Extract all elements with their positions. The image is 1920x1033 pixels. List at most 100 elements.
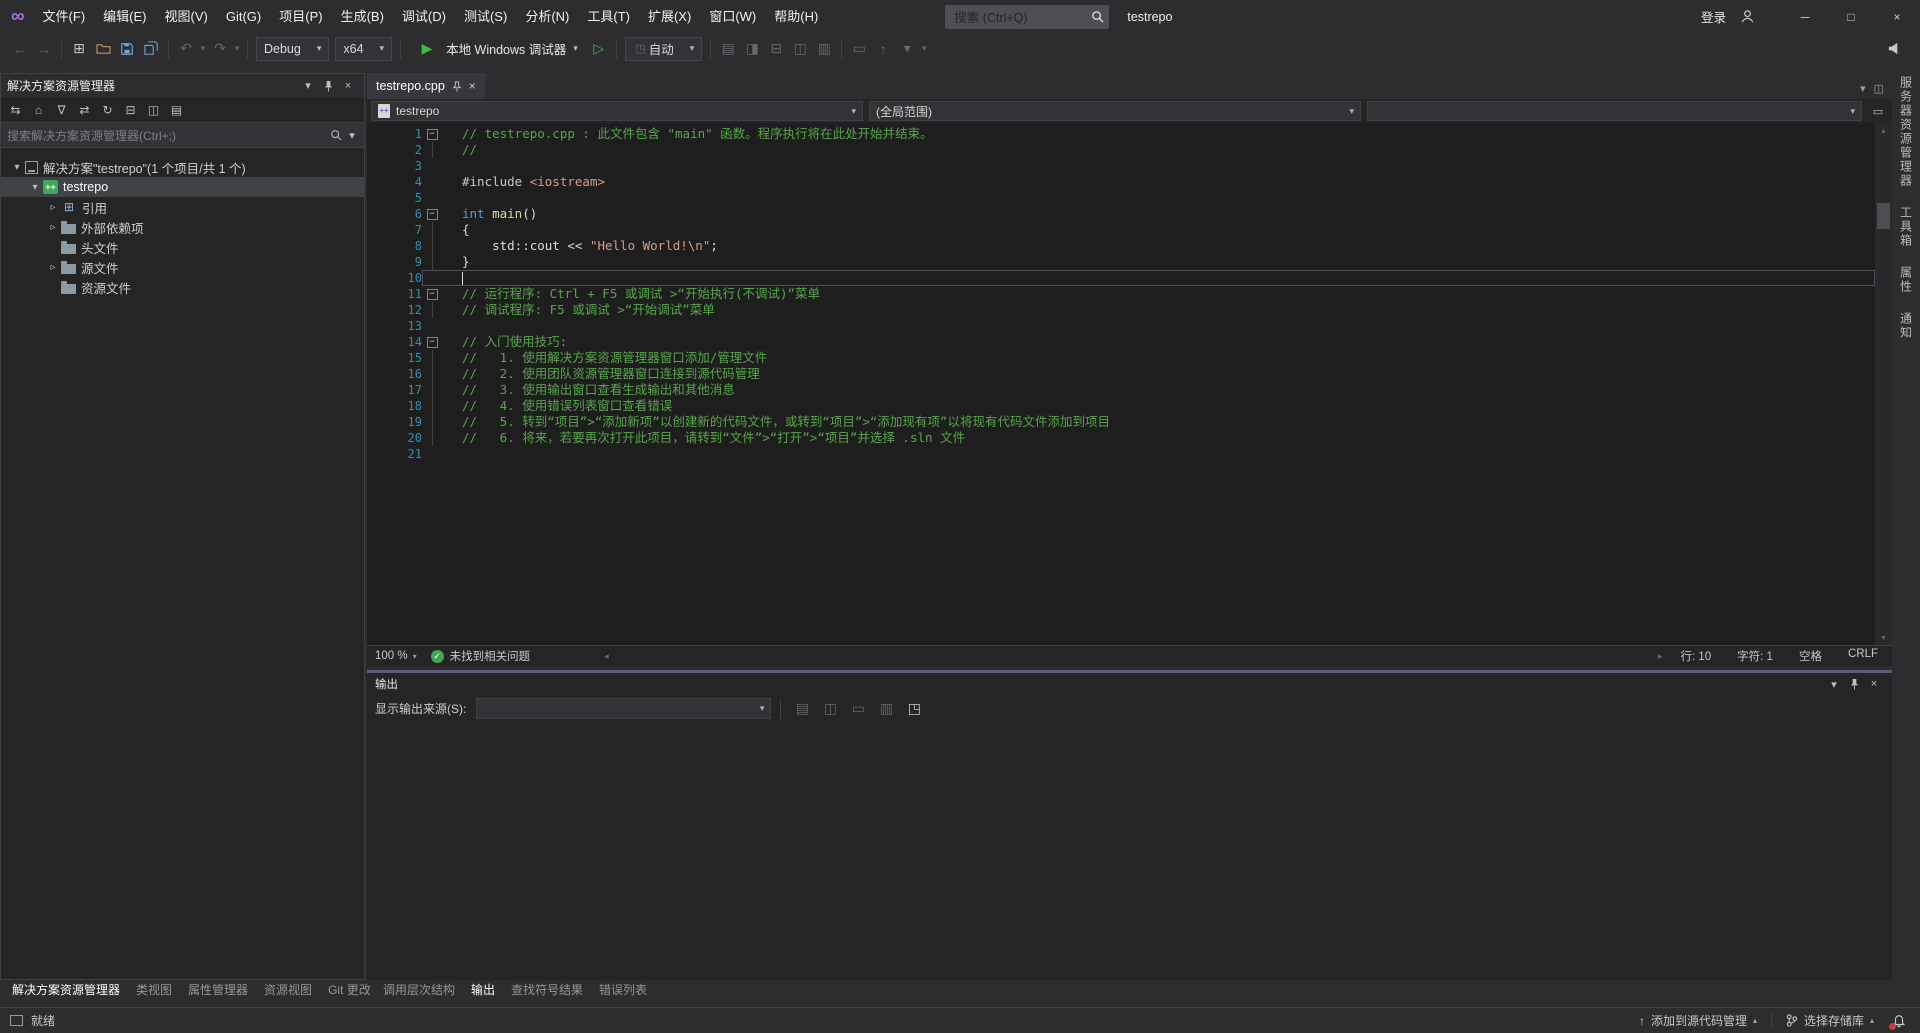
scroll-left-icon[interactable]: ◂: [604, 651, 609, 662]
output-header[interactable]: 输出 ▾ ×: [367, 673, 1892, 695]
window-layout-icon[interactable]: ◫: [1874, 82, 1884, 95]
close-button[interactable]: ×: [1874, 0, 1920, 33]
code-line-18[interactable]: 18// 4. 使用错误列表窗口查看错误: [367, 398, 1875, 414]
pin-icon[interactable]: [1844, 675, 1864, 693]
bottom-panel-tab-1[interactable]: 输出: [463, 980, 503, 1001]
solution-explorer-header[interactable]: 解决方案资源管理器 ▾ ×: [1, 74, 364, 97]
maximize-button[interactable]: □: [1828, 0, 1874, 33]
indent-mode-indicator[interactable]: 空格: [1799, 648, 1822, 664]
active-files-dropdown-icon[interactable]: ▾: [1860, 82, 1866, 95]
code-line-6[interactable]: 6−int main(): [367, 206, 1875, 222]
filter-icon[interactable]: ∇: [51, 99, 72, 120]
menu-item-7[interactable]: 测试(S): [455, 0, 516, 33]
caret-line-indicator[interactable]: 行: 10: [1680, 648, 1711, 664]
tree-item[interactable]: ▾解决方案"testrepo"(1 个项目/共 1 个): [1, 157, 364, 177]
expander-icon[interactable]: ▹: [45, 202, 61, 213]
search-icon[interactable]: [326, 126, 346, 144]
code-line-14[interactable]: 14−// 入门使用技巧:: [367, 334, 1875, 350]
right-rail-tab-1[interactable]: 工具箱: [1898, 206, 1915, 248]
send-feedback-icon[interactable]: [1882, 37, 1906, 61]
sync-with-active-document-icon[interactable]: ⇄: [74, 99, 95, 120]
fold-collapse-icon[interactable]: −: [422, 206, 442, 222]
expander-icon[interactable]: ▹: [45, 262, 61, 273]
profile-icon[interactable]: [1734, 4, 1760, 30]
collapse-all-icon[interactable]: ⊟: [120, 99, 141, 120]
solution-explorer-search-box[interactable]: 搜索解决方案资源管理器(Ctrl+;) ▾: [1, 123, 364, 148]
project-dropdown[interactable]: ++ testrepo ▾: [371, 101, 863, 121]
bottom-panel-tab-3[interactable]: 错误列表: [591, 980, 655, 1001]
code-line-7[interactable]: 7{: [367, 222, 1875, 238]
output-source-dropdown[interactable]: ▾: [476, 698, 771, 719]
right-rail-tab-0[interactable]: 服务器资源管理器: [1898, 76, 1915, 188]
start-debugging-button[interactable]: ▶ 本地 Windows 调试器 ▾: [406, 36, 587, 62]
window-position-icon[interactable]: ▾: [298, 77, 318, 95]
select-repository-button[interactable]: 选择存储库 ▴: [1778, 1012, 1882, 1029]
document-tab-testrepo-cpp[interactable]: testrepo.cpp ×: [367, 73, 485, 99]
code-line-4[interactable]: 4#include <iostream>: [367, 174, 1875, 190]
code-editor[interactable]: 1−// testrepo.cpp : 此文件包含 "main" 函数。程序执行…: [367, 123, 1892, 645]
close-icon[interactable]: ×: [338, 77, 358, 95]
start-without-debugging-icon[interactable]: ▷: [587, 37, 611, 61]
code-line-15[interactable]: 15// 1. 使用解决方案资源管理器窗口添加/管理文件: [367, 350, 1875, 366]
scrollbar-thumb[interactable]: [1877, 203, 1890, 229]
menu-item-11[interactable]: 窗口(W): [700, 0, 765, 33]
menu-item-9[interactable]: 工具(T): [578, 0, 639, 33]
properties-icon[interactable]: ▤: [166, 99, 187, 120]
code-line-9[interactable]: 9}: [367, 254, 1875, 270]
expander-icon[interactable]: ▾: [9, 162, 25, 173]
menu-item-1[interactable]: 编辑(E): [94, 0, 155, 33]
document-health-label[interactable]: 未找到相关问题: [450, 648, 531, 664]
tree-item[interactable]: 资源文件: [1, 277, 364, 297]
tree-item[interactable]: 头文件: [1, 237, 364, 257]
chevron-down-icon[interactable]: ▾: [346, 126, 358, 144]
open-file-icon[interactable]: [91, 37, 115, 61]
fold-collapse-icon[interactable]: −: [422, 126, 442, 142]
document-health-icon[interactable]: ✓: [431, 650, 444, 663]
code-line-3[interactable]: 3: [367, 158, 1875, 174]
scroll-right-icon[interactable]: ▸: [1658, 651, 1663, 662]
menu-item-4[interactable]: 项目(P): [270, 0, 331, 33]
code-line-1[interactable]: 1−// testrepo.cpp : 此文件包含 "main" 函数。程序执行…: [367, 126, 1875, 142]
code-line-12[interactable]: 12// 调试程序: F5 或调试 >“开始调试”菜单: [367, 302, 1875, 318]
left-panel-tab-0[interactable]: 解决方案资源管理器: [4, 980, 128, 1001]
switch-views-icon[interactable]: ⇆: [5, 99, 26, 120]
menu-item-3[interactable]: Git(G): [217, 0, 270, 33]
scroll-up-icon[interactable]: ▴: [1875, 123, 1892, 138]
chevron-down-icon[interactable]: ▾: [413, 652, 417, 661]
menu-item-6[interactable]: 调试(D): [393, 0, 455, 33]
code-line-16[interactable]: 16// 2. 使用团队资源管理器窗口连接到源代码管理: [367, 366, 1875, 382]
save-icon[interactable]: [115, 37, 139, 61]
right-rail-tab-2[interactable]: 属性: [1898, 266, 1915, 294]
task-center-icon[interactable]: [10, 1015, 23, 1026]
toolbar-options-icon[interactable]: ▾: [919, 37, 929, 61]
zoom-level[interactable]: 100 %: [375, 650, 408, 662]
bottom-panel-tab-2[interactable]: 查找符号结果: [503, 980, 591, 1001]
fold-collapse-icon[interactable]: −: [422, 286, 442, 302]
menu-item-8[interactable]: 分析(N): [516, 0, 578, 33]
search-icon[interactable]: [1085, 5, 1109, 29]
navigation-bar-options-icon[interactable]: ▭: [1868, 102, 1888, 120]
code-line-17[interactable]: 17// 3. 使用输出窗口查看生成输出和其他消息: [367, 382, 1875, 398]
menu-item-12[interactable]: 帮助(H): [765, 0, 827, 33]
refresh-icon[interactable]: ↻: [97, 99, 118, 120]
scope-dropdown[interactable]: (全局范围) ▾: [869, 101, 1361, 121]
menu-item-2[interactable]: 视图(V): [156, 0, 217, 33]
tree-item[interactable]: ▹源文件: [1, 257, 364, 277]
save-all-icon[interactable]: [139, 37, 163, 61]
pin-icon[interactable]: [318, 77, 338, 95]
pin-icon[interactable]: [452, 81, 462, 92]
fold-collapse-icon[interactable]: −: [422, 334, 442, 350]
expander-icon[interactable]: ▹: [45, 222, 61, 233]
new-file-icon[interactable]: ⊞: [67, 37, 91, 61]
tree-item[interactable]: ▹外部依赖项: [1, 217, 364, 237]
code-line-10[interactable]: 10: [367, 270, 1875, 286]
left-panel-tab-2[interactable]: 属性管理器: [180, 980, 256, 1001]
caret-column-indicator[interactable]: 字符: 1: [1737, 648, 1773, 664]
right-rail-tab-3[interactable]: 通知: [1898, 312, 1915, 340]
member-dropdown[interactable]: ▾: [1367, 101, 1862, 121]
left-panel-tab-3[interactable]: 资源视图: [256, 980, 320, 1001]
quick-search-box[interactable]: 搜索 (Ctrl+Q): [945, 5, 1109, 29]
code-line-13[interactable]: 13: [367, 318, 1875, 334]
toggle-word-wrap-icon[interactable]: ◳: [902, 697, 926, 721]
left-panel-tab-1[interactable]: 类视图: [128, 980, 180, 1001]
